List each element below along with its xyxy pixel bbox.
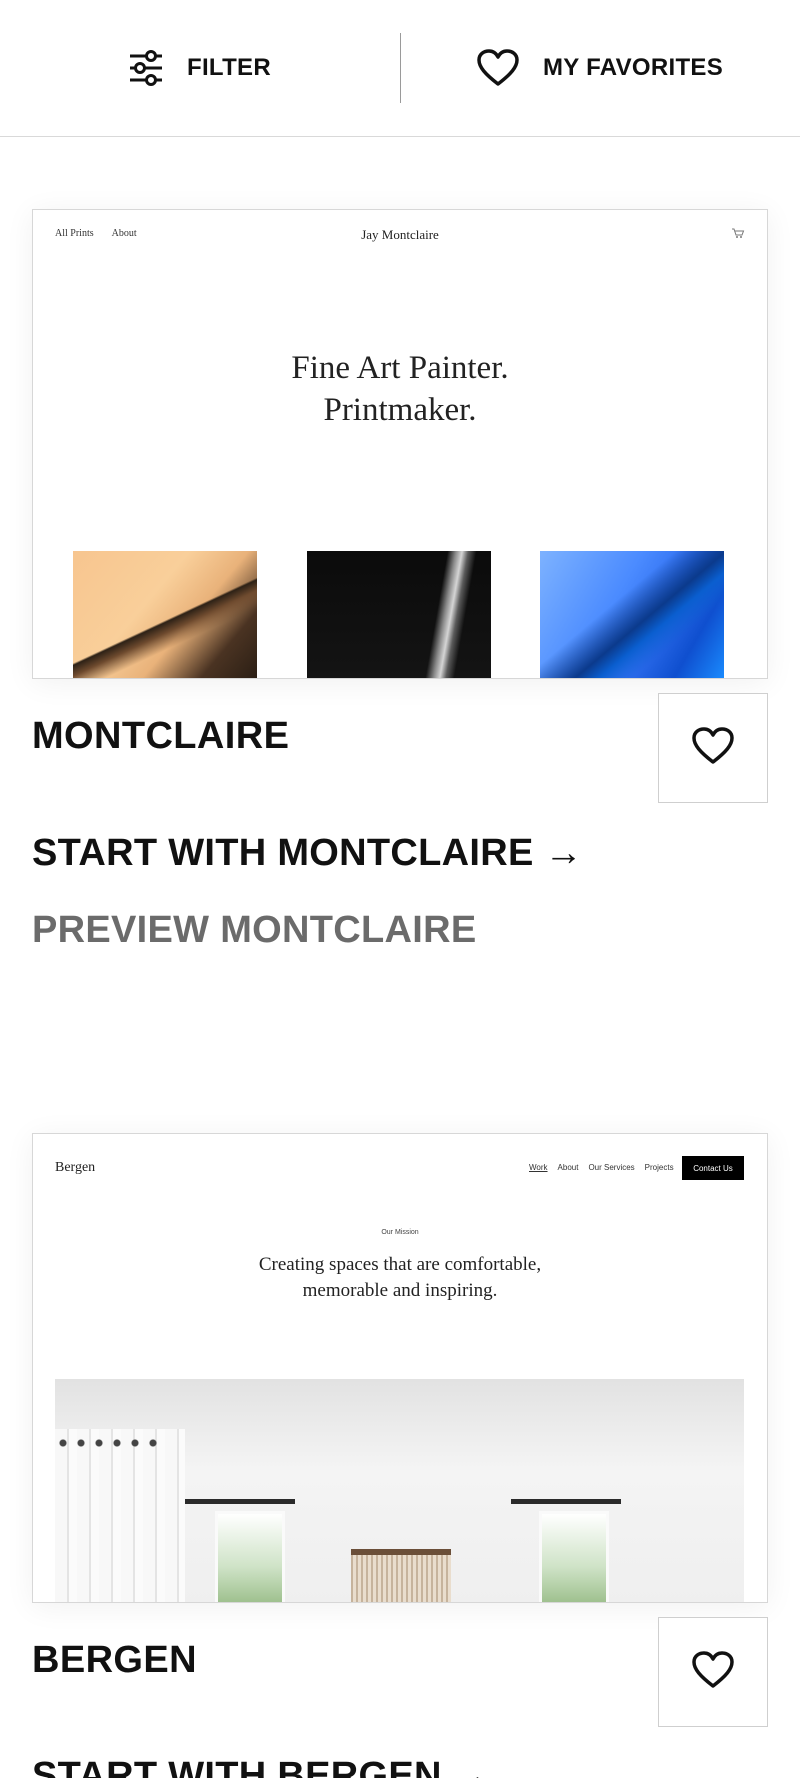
template-thumbnail-bergen[interactable]: Bergen Work About Our Services Projects …: [32, 1133, 768, 1603]
preview-hero-line: Printmaker.: [323, 392, 477, 428]
preview-brand: Bergen: [55, 1160, 96, 1175]
artwork-image: [540, 551, 724, 678]
heart-outline-icon: [477, 49, 519, 87]
heart-outline-icon: [692, 1650, 734, 1694]
sliders-icon: [129, 50, 163, 86]
my-favorites-button[interactable]: MY FAVORITES: [400, 0, 800, 136]
preview-nav-item: Work: [529, 1163, 548, 1172]
preview-nav-item: Our Services: [588, 1163, 635, 1172]
preview-hero-heading: Fine Art Painter. Printmaker.: [33, 347, 767, 431]
preview-hero-line: Creating spaces that are comfortable,: [258, 1254, 542, 1275]
filter-label: FILTER: [186, 54, 271, 81]
template-thumbnail-montclaire[interactable]: All Prints About Jay Montclaire Fine Art…: [32, 209, 768, 679]
top-bar: FILTER MY FAVORITES: [0, 0, 800, 137]
curtain: [55, 1429, 185, 1602]
favorite-toggle-button[interactable]: [658, 1617, 768, 1727]
preview-nav-item: Projects: [644, 1163, 674, 1172]
heart-outline-icon: [692, 726, 734, 770]
preview-template-link[interactable]: PREVIEW MONTCLAIRE: [32, 909, 477, 952]
interior-photo: [55, 1379, 744, 1602]
topbar-divider: [400, 33, 401, 103]
preview-hero-line: Fine Art Painter.: [291, 350, 509, 386]
window: [215, 1511, 285, 1602]
favorite-toggle-button[interactable]: [658, 693, 768, 803]
template-title: BERGEN: [32, 1639, 197, 1681]
wall-hanging: [351, 1549, 451, 1602]
start-with-template-link[interactable]: START WITH BERGEN →: [32, 1755, 491, 1778]
template-title: MONTCLAIRE: [32, 715, 290, 757]
curtain-rod: [185, 1499, 295, 1504]
preview-brand: Jay Montclaire: [361, 227, 439, 242]
preview-nav-item: About: [557, 1163, 579, 1172]
start-with-template-link[interactable]: START WITH MONTCLAIRE →: [32, 832, 583, 875]
artwork-image: [73, 551, 257, 678]
preview-nav: Work About Our Services Projects: [529, 1163, 674, 1172]
preview-contact-button: Contact Us: [682, 1156, 744, 1180]
preview-hero-heading: Creating spaces that are comfortable, me…: [33, 1252, 767, 1304]
cart-icon: [731, 227, 745, 242]
preview-hero-line: memorable and inspiring.: [302, 1280, 498, 1301]
curtain-rod: [511, 1499, 621, 1504]
preview-kicker: Our Mission: [381, 1229, 419, 1236]
my-favorites-label: MY FAVORITES: [542, 54, 724, 81]
curtain-rings: [57, 1435, 167, 1451]
artwork-image: [307, 551, 491, 678]
filter-button[interactable]: FILTER: [0, 0, 400, 136]
window: [539, 1511, 609, 1602]
